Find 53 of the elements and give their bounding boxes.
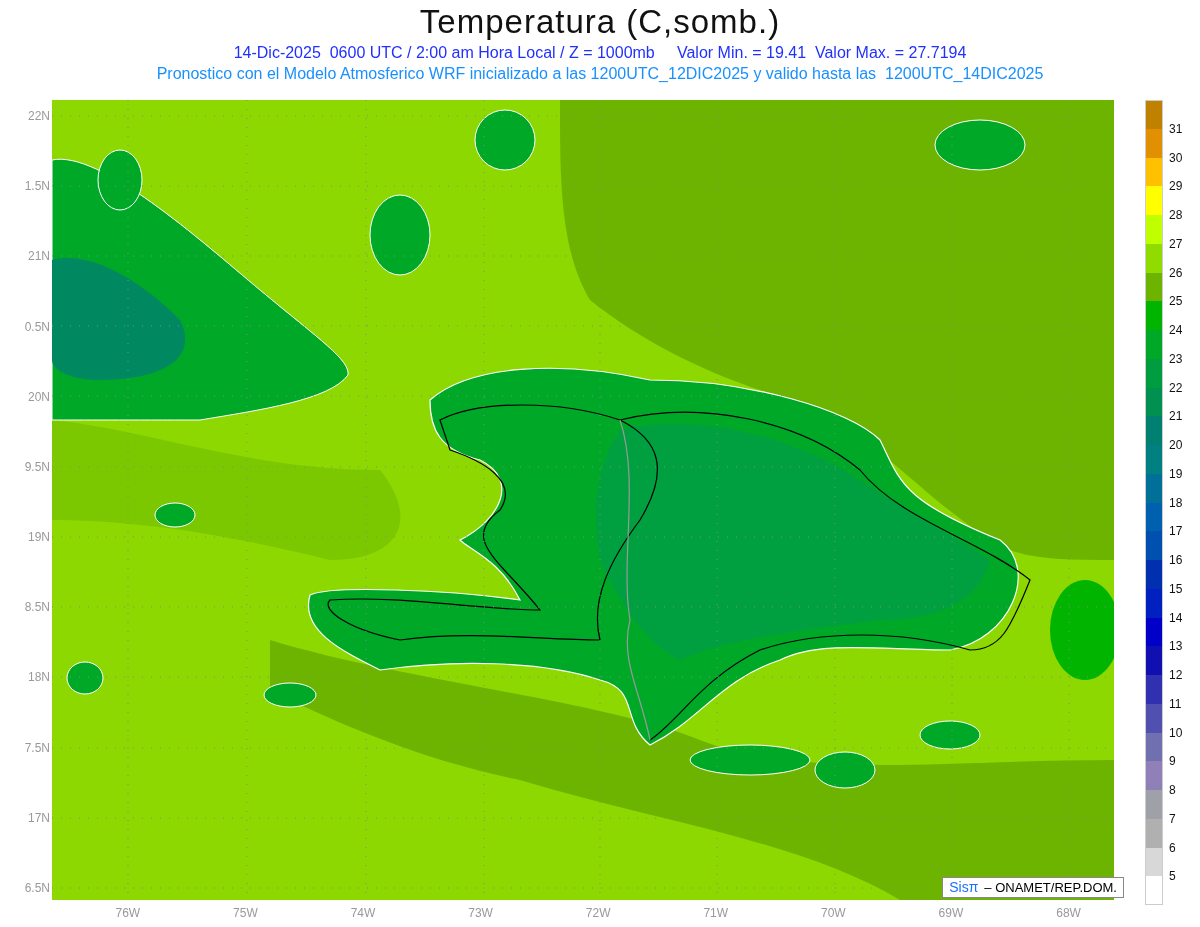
legend-label: 19 bbox=[1168, 466, 1183, 481]
legend-label: 26 bbox=[1168, 265, 1183, 280]
longitude-label: 76W bbox=[114, 905, 142, 922]
latitude-label: 17N bbox=[28, 809, 50, 826]
logo-text: Sisπ bbox=[949, 879, 979, 896]
legend-label: 13 bbox=[1168, 639, 1183, 654]
legend-label: 27 bbox=[1168, 236, 1183, 251]
latitude-label: 0.5N bbox=[24, 318, 50, 335]
legend-label: 18 bbox=[1168, 495, 1183, 510]
latitude-label: 6.5N bbox=[24, 879, 50, 896]
latitude-label: 9.5N bbox=[24, 458, 50, 475]
legend-label: 17 bbox=[1168, 524, 1183, 539]
legend-label: 28 bbox=[1168, 208, 1183, 222]
legend-label: 16 bbox=[1168, 553, 1183, 567]
latitude-label: 7.5N bbox=[24, 739, 50, 756]
legend-label: 29 bbox=[1168, 179, 1183, 194]
latitude-label: 22N bbox=[28, 108, 50, 124]
legend-label: 7 bbox=[1168, 811, 1176, 826]
legend-label: 20 bbox=[1168, 438, 1183, 452]
latitude-label: 20N bbox=[28, 388, 50, 405]
longitude-label: 75W bbox=[232, 905, 259, 922]
legend-label: 21 bbox=[1168, 409, 1183, 424]
legend-label: 10 bbox=[1168, 725, 1183, 740]
latitude-label: 19N bbox=[28, 529, 50, 546]
legend-label: 22 bbox=[1168, 380, 1183, 395]
legend-label: 24 bbox=[1168, 323, 1183, 337]
legend-label: 9 bbox=[1168, 754, 1176, 769]
longitude-label: 68W bbox=[1055, 905, 1082, 922]
legend-label: 12 bbox=[1168, 668, 1183, 682]
legend-label: 31 bbox=[1168, 121, 1183, 136]
chart-title: Temperatura (C,somb.) bbox=[419, 2, 781, 42]
legend-label: 14 bbox=[1168, 610, 1183, 625]
longitude-label: 74W bbox=[349, 905, 377, 922]
legend-label: 8 bbox=[1168, 783, 1176, 797]
subtitle-text: 14-Dic-2025 0600 UTC / 2:00 am Hora Local / Z = 1000mb Valor Min. = 19.41 Valor Max. = 27.7194 bbox=[233, 43, 967, 63]
longitude-label: 69W bbox=[937, 905, 965, 922]
latitude-label: 21N bbox=[28, 248, 50, 265]
latitude-label: 1.5N bbox=[24, 178, 50, 195]
latitude-label: 18N bbox=[28, 669, 50, 686]
legend-label: 6 bbox=[1168, 840, 1176, 855]
credit-text: – ONAMET/REP.DOM. bbox=[984, 879, 1117, 896]
longitude-label: 72W bbox=[584, 905, 612, 922]
legend-label: 11 bbox=[1168, 696, 1182, 711]
latitude-label: 8.5N bbox=[24, 599, 50, 616]
legend-label: 15 bbox=[1168, 581, 1183, 596]
legend-label: 25 bbox=[1168, 294, 1183, 309]
legend-label: 5 bbox=[1168, 869, 1176, 884]
longitude-label: 73W bbox=[467, 905, 494, 922]
legend-label: 30 bbox=[1168, 150, 1183, 165]
subtitle-text: Pronostico con el Modelo Atmosferico WRF inicializado a las 1200UTC_12DIC2025 y valido hasta las 1200UTC_14DIC2025 bbox=[156, 64, 1044, 84]
longitude-label: 70W bbox=[820, 905, 847, 922]
legend-label: 23 bbox=[1168, 351, 1183, 366]
longitude-label: 71W bbox=[702, 905, 730, 922]
